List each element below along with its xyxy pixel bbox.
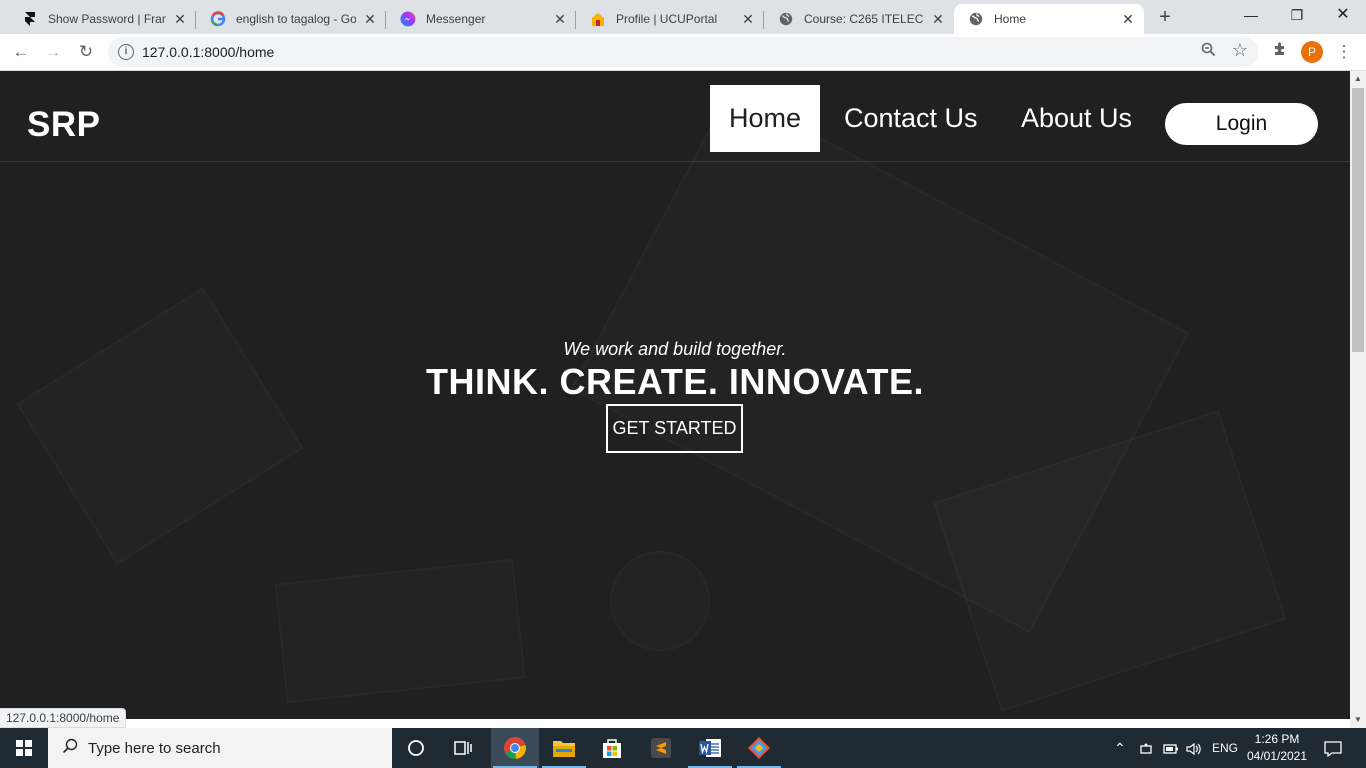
vertical-scrollbar[interactable]: ▲ ▼ — [1350, 71, 1366, 728]
close-icon[interactable]: ✕ — [930, 11, 946, 27]
status-bar-url: 127.0.0.1:8000/home — [0, 708, 127, 728]
tab-title: english to tagalog - Go — [236, 12, 356, 26]
tab-title: Course: C265 ITELEC10 — [804, 12, 924, 26]
page-viewport: SRP Home Contact Us About Us Login We wo… — [0, 71, 1350, 719]
hero-tagline: We work and build together. — [563, 339, 787, 359]
cortana-icon[interactable] — [392, 728, 440, 768]
language-indicator[interactable]: ENG — [1212, 728, 1238, 768]
bookmark-star-icon[interactable]: ☆ — [1232, 40, 1248, 61]
tab-title: Home — [994, 12, 1027, 26]
globe-icon — [778, 11, 794, 27]
tab-show-password[interactable]: Show Password | Frame ✕ — [8, 4, 196, 34]
tab-course[interactable]: Course: C265 ITELEC10 ✕ — [764, 4, 954, 34]
framer-icon — [22, 11, 38, 27]
browser-tab-strip: Show Password | Frame ✕ english to tagal… — [0, 0, 1366, 34]
search-icon — [62, 738, 78, 759]
scroll-down-arrow-icon[interactable]: ▼ — [1350, 712, 1366, 728]
tab-title: Profile | UCUPortal — [616, 12, 718, 26]
messenger-icon — [400, 11, 416, 27]
close-icon[interactable]: ✕ — [740, 11, 756, 27]
volume-icon[interactable] — [1186, 728, 1202, 768]
globe-icon — [968, 11, 984, 27]
sublime-text-icon[interactable] — [637, 728, 685, 768]
reload-button[interactable]: ↻ — [74, 40, 98, 64]
microsoft-store-icon[interactable] — [588, 728, 636, 768]
scroll-up-arrow-icon[interactable]: ▲ — [1350, 71, 1366, 87]
clock-time: 1:26 PM — [1254, 732, 1300, 746]
tab-english-to-tagalog[interactable]: english to tagalog - Go ✕ — [196, 4, 386, 34]
background-decoration — [610, 551, 710, 651]
address-url[interactable]: 127.0.0.1:8000/home — [142, 44, 274, 60]
close-icon[interactable]: ✕ — [362, 11, 378, 27]
scrollbar-thumb[interactable] — [1352, 88, 1364, 352]
minimize-button[interactable]: — — [1228, 0, 1274, 30]
close-icon[interactable]: ✕ — [172, 11, 188, 27]
login-button[interactable]: Login — [1165, 103, 1318, 145]
site-navbar: SRP Home Contact Us About Us Login — [0, 71, 1350, 162]
close-icon[interactable]: ✕ — [1120, 11, 1136, 27]
windows-logo-icon — [16, 740, 32, 756]
notifications-icon[interactable] — [1324, 728, 1342, 768]
zoom-icon[interactable] — [1201, 42, 1216, 61]
chrome-menu-icon[interactable]: ⋮ — [1332, 40, 1356, 64]
google-icon — [210, 11, 226, 27]
windows-taskbar: Type here to search ⌃ ENG 1:26 PM 04/01/… — [0, 728, 1366, 768]
file-explorer-icon[interactable] — [540, 728, 588, 768]
extensions-puzzle-icon[interactable] — [1268, 40, 1292, 64]
nav-about-us[interactable]: About Us — [1002, 85, 1151, 152]
profile-avatar[interactable]: P — [1301, 41, 1323, 63]
tab-home[interactable]: Home ✕ — [954, 4, 1144, 34]
close-icon[interactable]: ✕ — [552, 11, 568, 27]
forward-button[interactable]: → — [41, 40, 65, 64]
battery-icon[interactable] — [1163, 728, 1179, 768]
tab-title: Show Password | Frame — [48, 12, 166, 26]
ucu-icon — [590, 11, 606, 27]
nav-contact-us[interactable]: Contact Us — [825, 85, 997, 152]
show-hidden-icons-chevron-icon[interactable]: ⌃ — [1114, 728, 1126, 768]
taskbar-search-box[interactable]: Type here to search — [48, 728, 392, 768]
search-placeholder: Type here to search — [88, 740, 221, 757]
horizontal-scroll-area — [0, 719, 1350, 728]
start-button[interactable] — [0, 728, 48, 768]
taskbar-clock[interactable]: 1:26 PM 04/01/2021 — [1244, 731, 1310, 765]
clock-date: 04/01/2021 — [1246, 749, 1308, 763]
git-app-icon[interactable] — [735, 728, 783, 768]
chrome-taskbar-icon[interactable] — [491, 728, 539, 768]
background-decoration — [16, 287, 303, 565]
get-started-button[interactable]: GET STARTED — [606, 404, 743, 453]
meet-now-icon[interactable] — [1139, 728, 1153, 768]
nav-home[interactable]: Home — [710, 85, 821, 152]
task-view-icon[interactable] — [440, 728, 488, 768]
brand-logo[interactable]: SRP — [27, 105, 100, 145]
address-bar[interactable]: i 127.0.0.1:8000/home ☆ — [108, 37, 1258, 67]
tab-title: Messenger — [426, 12, 486, 26]
tab-messenger[interactable]: Messenger ✕ — [386, 4, 576, 34]
background-decoration — [274, 559, 525, 703]
info-icon[interactable]: i — [118, 44, 134, 60]
tab-profile-ucuportal[interactable]: Profile | UCUPortal ✕ — [576, 4, 764, 34]
close-window-button[interactable]: ✕ — [1320, 0, 1366, 30]
browser-toolbar: ← → ↻ i 127.0.0.1:8000/home ☆ P ⋮ — [0, 34, 1366, 71]
restore-button[interactable]: ❐ — [1274, 0, 1320, 30]
word-icon[interactable] — [686, 728, 734, 768]
hero-headline: THINK. CREATE. INNOVATE. — [426, 361, 924, 402]
back-button[interactable]: ← — [9, 40, 33, 64]
new-tab-button[interactable]: + — [1154, 6, 1176, 28]
